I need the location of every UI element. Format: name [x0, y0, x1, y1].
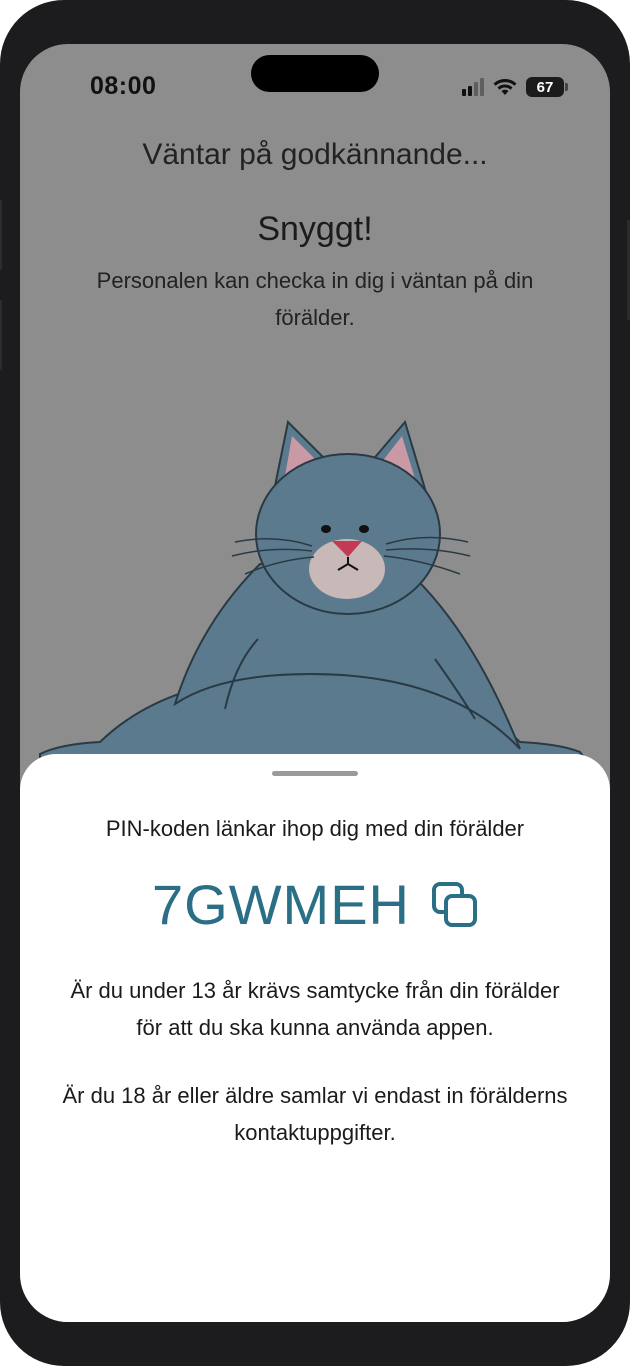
screen: 08:00 67 Väntar på godkännande... Snyggt… [20, 44, 610, 1322]
pin-bottom-sheet: PIN-koden länkar ihop dig med din föräld… [20, 754, 610, 1322]
copy-icon[interactable] [432, 881, 478, 928]
hero-subtitle: Personalen kan checka in dig i väntan på… [96, 268, 534, 330]
pin-row: 7GWMEH [20, 872, 610, 937]
pin-code: 7GWMEH [152, 873, 410, 936]
pin-intro-text: PIN-koden länkar ihop dig med din föräld… [105, 816, 525, 841]
volume-up-button [0, 200, 2, 270]
cat-illustration [39, 419, 610, 794]
hero-title: Snyggt! [257, 210, 373, 248]
signal-icon [462, 78, 484, 96]
dynamic-island [251, 55, 379, 92]
over-18-info: Är du 18 år eller äldre samlar vi endast… [62, 1083, 568, 1145]
waiting-title: Väntar på godkännande... [142, 138, 488, 171]
status-icons: 67 [462, 77, 568, 97]
battery-icon: 67 [526, 77, 568, 97]
phone-frame: 08:00 67 Väntar på godkännande... Snyggt… [0, 0, 630, 1366]
under-13-info: Är du under 13 år krävs samtycke från di… [70, 978, 560, 1040]
battery-level: 67 [536, 78, 554, 96]
volume-down-button [0, 300, 2, 370]
status-time: 08:00 [90, 72, 157, 100]
sheet-grabber[interactable] [272, 771, 358, 776]
wifi-icon [493, 79, 517, 95]
